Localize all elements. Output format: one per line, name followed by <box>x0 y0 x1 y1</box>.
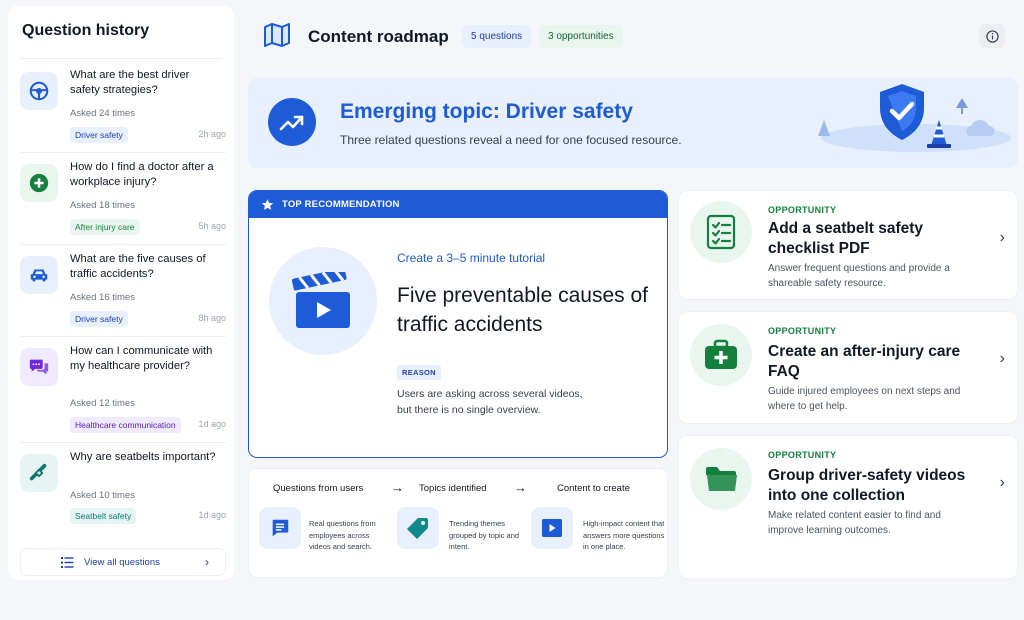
reason-line: but there is no single overview. <box>397 404 541 416</box>
opportunity-card-injury-faq[interactable]: OPPORTUNITY Create an after-injury care … <box>678 311 1018 424</box>
checklist-icon <box>690 201 752 263</box>
recommendation-title: Five preventable causes of traffic accid… <box>397 284 648 336</box>
chevron-right-icon: › <box>205 555 209 569</box>
opportunity-title: Group driver-safety videos into one coll… <box>768 467 966 504</box>
folder-icon <box>690 448 752 510</box>
questions-count-badge[interactable]: 5 questions <box>462 25 532 48</box>
question-text: What are the five causes of traffic acci… <box>70 253 206 280</box>
view-all-label: View all questions <box>84 556 160 568</box>
tag-icon <box>397 507 439 549</box>
opportunity-title: Add a seatbelt safety checklist PDF <box>768 220 924 257</box>
question-item-seatbelts[interactable]: Why are seatbelts important? Asked 10 ti… <box>20 450 226 530</box>
chevron-right-icon[interactable]: › <box>1000 350 1005 368</box>
flow-step-label: Questions from users <box>273 483 364 494</box>
divider <box>20 244 226 245</box>
timestamp: 5h ago <box>198 221 226 231</box>
video-play-icon <box>531 507 573 549</box>
chevron-right-icon[interactable]: › <box>1000 229 1005 247</box>
timestamp: 1d ago <box>198 510 226 520</box>
asked-count: Asked 18 times <box>70 200 135 211</box>
flow-step-desc: Real questions from employees across vid… <box>309 519 376 551</box>
timestamp: 1d ago <box>198 419 226 429</box>
chat-icon <box>259 507 301 549</box>
topic-tag[interactable]: Seatbelt safety <box>70 508 137 524</box>
flow-step-label: Topics identified <box>419 483 487 494</box>
divider <box>20 442 226 443</box>
recommendation-header-label: TOP RECOMMENDATION <box>282 199 400 210</box>
arrow-right-icon: → <box>514 480 527 495</box>
banner-subtitle: Three related questions reveal a need fo… <box>340 133 682 147</box>
opportunity-card-seatbelt-checklist[interactable]: OPPORTUNITY Add a seatbelt safety checkl… <box>678 190 1018 300</box>
top-recommendation-card[interactable]: TOP RECOMMENDATION Create a 3–5 minute t… <box>248 190 668 458</box>
flow-step-desc: High-impact content that answers more qu… <box>583 519 665 551</box>
question-history-sidebar: Question history What are the best drive… <box>8 6 234 580</box>
question-item-find-doctor[interactable]: How do I find a doctor after a workplace… <box>20 160 226 245</box>
seatbelt-icon <box>20 454 58 492</box>
question-text: How can I communicate with my healthcare… <box>70 345 213 372</box>
opportunity-label: OPPORTUNITY <box>768 205 837 215</box>
topic-tag[interactable]: After injury care <box>70 219 140 235</box>
arrow-right-icon: → <box>391 480 404 495</box>
timestamp: 8h ago <box>198 313 226 323</box>
opportunities-count-badge[interactable]: 3 opportunities <box>539 25 623 48</box>
steering-wheel-icon <box>20 72 58 110</box>
medical-cross-icon <box>20 164 58 202</box>
topic-tag[interactable]: Driver safety <box>70 127 128 143</box>
first-aid-kit-icon <box>690 324 752 386</box>
opportunity-label: OPPORTUNITY <box>768 450 837 460</box>
trending-up-icon <box>268 98 316 146</box>
sidebar-title: Question history <box>22 22 150 39</box>
opportunity-card-video-collection[interactable]: OPPORTUNITY Group driver-safety videos i… <box>678 435 1018 579</box>
page-title: Content roadmap <box>308 27 449 46</box>
question-text: How do I find a doctor after a workplace… <box>70 161 214 188</box>
asked-count: Asked 12 times <box>70 398 135 409</box>
chat-bubbles-icon <box>20 348 58 386</box>
topic-tag[interactable]: Healthcare communication <box>70 417 181 433</box>
asked-count: Asked 10 times <box>70 490 135 501</box>
recommendation-header: TOP RECOMMENDATION <box>249 191 667 218</box>
chevron-right-icon[interactable]: › <box>1000 474 1005 492</box>
opportunity-desc: Make related content easier to find and … <box>768 510 941 536</box>
view-all-questions-button[interactable]: View all questions › <box>20 548 226 576</box>
question-item-healthcare-provider[interactable]: How can I communicate with my healthcare… <box>20 344 226 443</box>
info-button[interactable] <box>979 24 1005 48</box>
safety-shield-illustration <box>818 84 1011 152</box>
opportunity-desc: Answer frequent questions and provide a … <box>768 263 950 289</box>
content-flow-card: Questions from users → Topics identified… <box>248 468 668 578</box>
topic-tag[interactable]: Driver safety <box>70 311 128 327</box>
question-text: Why are seatbelts important? <box>70 451 216 463</box>
asked-count: Asked 24 times <box>70 108 135 119</box>
asked-count: Asked 16 times <box>70 292 135 303</box>
emerging-topic-banner: Emerging topic: Driver safety Three rela… <box>248 78 1018 168</box>
star-icon <box>261 199 274 210</box>
question-text: What are the best driver safety strategi… <box>70 69 190 96</box>
info-icon <box>985 29 999 43</box>
divider <box>20 152 226 153</box>
car-icon <box>20 256 58 294</box>
recommendation-format: Create a 3–5 minute tutorial <box>397 251 546 265</box>
timestamp: 2h ago <box>198 129 226 139</box>
reason-badge: REASON <box>397 365 441 380</box>
map-icon <box>263 22 291 53</box>
question-item-traffic-accident-causes[interactable]: What are the five causes of traffic acci… <box>20 252 226 337</box>
flow-step-label: Content to create <box>557 483 630 494</box>
reason-line: Users are asking across several videos, <box>397 388 583 400</box>
opportunity-label: OPPORTUNITY <box>768 326 837 336</box>
flow-step-desc: Trending themes grouped by topic and int… <box>449 519 520 551</box>
opportunity-title: Create an after-injury care FAQ <box>768 343 961 380</box>
banner-title: Emerging topic: Driver safety <box>340 100 633 123</box>
clapperboard-icon <box>269 247 377 355</box>
recommendation-reason: Users are asking across several videos, … <box>397 386 637 418</box>
opportunity-desc: Guide injured employees on next steps an… <box>768 386 961 412</box>
divider <box>20 58 222 59</box>
divider <box>20 336 226 337</box>
question-item-driver-safety-strategies[interactable]: What are the best driver safety strategi… <box>20 68 226 153</box>
list-icon <box>61 556 74 568</box>
